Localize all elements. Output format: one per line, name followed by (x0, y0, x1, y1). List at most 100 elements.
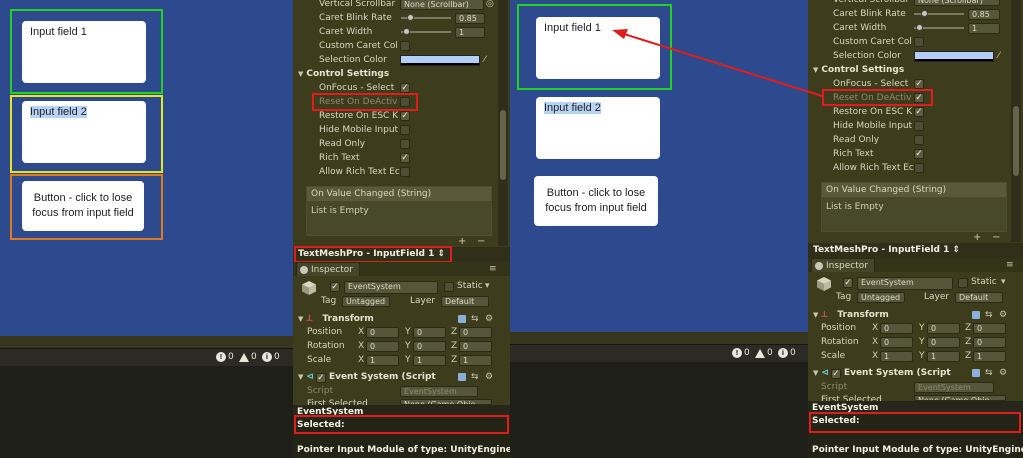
hide-mobile-input-checkbox[interactable] (400, 125, 410, 135)
vertical-scrollbar-field[interactable]: None (Scrollbar) (400, 0, 484, 10)
event-system-gear-icon-right[interactable]: ⚙ (999, 369, 1007, 378)
scale-y-field[interactable]: 1 (413, 355, 446, 366)
event-system-preset-icon[interactable]: ⇆ (471, 373, 479, 382)
tag-dropdown-right[interactable]: Untagged (857, 292, 905, 303)
read-only-checkbox[interactable] (400, 139, 410, 149)
layer-dropdown[interactable]: Default (441, 296, 489, 307)
layer-dropdown-right[interactable]: Default (955, 292, 1003, 303)
control-settings-header-right[interactable]: ▼ Control Settings (813, 63, 904, 77)
tab-menu-icon[interactable]: ≡ (489, 265, 497, 274)
gameobject-active-checkbox-right[interactable]: ✓ (843, 278, 853, 288)
event-add-button[interactable]: + (458, 236, 466, 247)
lose-focus-button-right[interactable]: Button - click to lose focus from input … (534, 176, 658, 226)
custom-caret-color-checkbox-right[interactable] (914, 37, 924, 47)
transform-gear-icon-right[interactable]: ⚙ (999, 311, 1007, 320)
rotation-x-field[interactable]: 0 (366, 341, 399, 352)
event-system-enabled-checkbox[interactable]: ✓ (315, 373, 326, 383)
inspector-scrollbar-thumb-right[interactable] (1013, 106, 1019, 176)
position-z-field[interactable]: 0 (459, 327, 492, 338)
transform-preset-icon-right[interactable]: ⇆ (985, 311, 993, 320)
rotation-x-field-right[interactable]: 0 (880, 337, 913, 348)
transform-help-icon-right[interactable] (972, 311, 980, 319)
input-field-1-right[interactable]: Input field 1 (536, 17, 660, 79)
gameobject-name-field[interactable]: EventSystem (344, 281, 438, 294)
static-dropdown-icon-right[interactable]: ▾ (1001, 278, 1009, 287)
vertical-scrollbar-field-right[interactable]: None (Scrollbar) (914, 0, 1000, 6)
transform-preset-icon[interactable]: ⇆ (471, 315, 479, 324)
event-remove-button-right[interactable]: − (992, 232, 1000, 243)
position-x-field[interactable]: 0 (366, 327, 399, 338)
allow-rich-text-checkbox-right[interactable] (914, 163, 924, 173)
input-field-2[interactable]: Input field 2 (22, 101, 146, 163)
allow-rich-text-checkbox[interactable] (400, 167, 410, 177)
control-settings-header[interactable]: ▼ Control Settings (298, 67, 389, 81)
selection-color-swatch-right[interactable] (914, 51, 994, 62)
scale-z-field-right[interactable]: 1 (973, 351, 1006, 362)
caret-blink-slider-knob[interactable] (407, 14, 414, 21)
scale-x-field[interactable]: 1 (366, 355, 399, 366)
object-picker-icon[interactable]: ◎ (486, 0, 494, 9)
warning-counter[interactable]: 0 (239, 352, 257, 362)
restore-on-esc-checkbox[interactable]: ✓ (400, 111, 410, 121)
event-add-button-right[interactable]: + (973, 232, 981, 243)
transform-help-icon[interactable] (458, 315, 466, 323)
inspector-scrollbar-thumb[interactable] (500, 110, 506, 180)
caret-width-slider-knob-right[interactable] (916, 24, 923, 31)
event-system-help-icon-right[interactable] (972, 369, 980, 377)
event-remove-button[interactable]: − (477, 236, 485, 247)
scale-x-field-right[interactable]: 1 (880, 351, 913, 362)
position-z-field-right[interactable]: 0 (973, 323, 1006, 334)
rich-text-checkbox-right[interactable]: ✓ (914, 149, 924, 159)
hide-mobile-input-checkbox-right[interactable] (914, 121, 924, 131)
lose-focus-button[interactable]: Button - click to lose focus from input … (22, 181, 144, 231)
caret-width-field[interactable]: 1 (455, 27, 485, 38)
rich-text-checkbox[interactable]: ✓ (400, 153, 410, 163)
inspector-tab[interactable]: Inspector (296, 262, 360, 276)
transform-header-right[interactable]: ▼ ⟂ Transform (813, 308, 889, 322)
caret-width-field-right[interactable]: 1 (968, 23, 1000, 34)
eyedropper-icon-right[interactable]: ⁄ (998, 52, 1006, 61)
onfocus-select-checkbox-right[interactable]: ✓ (914, 79, 924, 89)
rotation-y-field[interactable]: 0 (413, 341, 446, 352)
custom-caret-color-checkbox[interactable] (400, 41, 410, 51)
input-field-1[interactable]: Input field 1 (22, 21, 146, 83)
transform-header[interactable]: ▼ ⟂ Transform (298, 312, 374, 326)
inspector-tab-right[interactable]: Inspector (811, 258, 875, 272)
position-y-field[interactable]: 0 (413, 327, 446, 338)
error-counter-right[interactable]: ! 0 (732, 348, 750, 358)
inspector-scrollbar[interactable] (498, 0, 508, 246)
restore-on-esc-checkbox-right[interactable]: ✓ (914, 107, 924, 117)
event-system-preset-icon-right[interactable]: ⇆ (985, 369, 993, 378)
inspector-scrollbar-right[interactable] (1011, 0, 1021, 242)
static-checkbox-right[interactable] (958, 278, 968, 288)
position-x-field-right[interactable]: 0 (880, 323, 913, 334)
event-system-header[interactable]: ▼ ⊲ ✓ Event System (Script (298, 370, 436, 384)
rotation-z-field-right[interactable]: 0 (973, 337, 1006, 348)
static-dropdown-icon[interactable]: ▾ (485, 282, 493, 291)
caret-blink-rate-field[interactable]: 0.85 (455, 13, 485, 24)
static-checkbox[interactable] (444, 282, 454, 292)
rotation-y-field-right[interactable]: 0 (927, 337, 960, 348)
selection-color-swatch[interactable] (400, 55, 480, 66)
message-counter[interactable]: i0 (262, 352, 280, 362)
error-counter[interactable]: ! 0 (216, 352, 234, 362)
scale-z-field[interactable]: 1 (459, 355, 492, 366)
transform-gear-icon[interactable]: ⚙ (485, 315, 493, 324)
gameobject-active-checkbox[interactable]: ✓ (330, 282, 340, 292)
rotation-z-field[interactable]: 0 (459, 341, 492, 352)
event-system-gear-icon[interactable]: ⚙ (485, 373, 493, 382)
caret-blink-rate-field-right[interactable]: 0.85 (968, 9, 1000, 20)
caret-blink-slider-knob-right[interactable] (921, 10, 928, 17)
scale-y-field-right[interactable]: 1 (927, 351, 960, 362)
tag-dropdown[interactable]: Untagged (342, 296, 390, 307)
tab-menu-icon-right[interactable]: ≡ (1006, 261, 1014, 270)
event-system-header-right[interactable]: ▼ ⊲ ✓ Event System (Script (813, 366, 951, 380)
eyedropper-icon[interactable]: ⁄ (484, 56, 492, 65)
input-field-2-right[interactable]: Input field 2 (536, 97, 660, 159)
gameobject-name-field-right[interactable]: EventSystem (857, 277, 953, 290)
read-only-checkbox-right[interactable] (914, 135, 924, 145)
event-system-enabled-checkbox-right[interactable]: ✓ (830, 369, 841, 379)
message-counter-right[interactable]: i0 (778, 348, 796, 358)
warning-counter-right[interactable]: 0 (755, 348, 773, 358)
event-system-help-icon[interactable] (458, 373, 466, 381)
